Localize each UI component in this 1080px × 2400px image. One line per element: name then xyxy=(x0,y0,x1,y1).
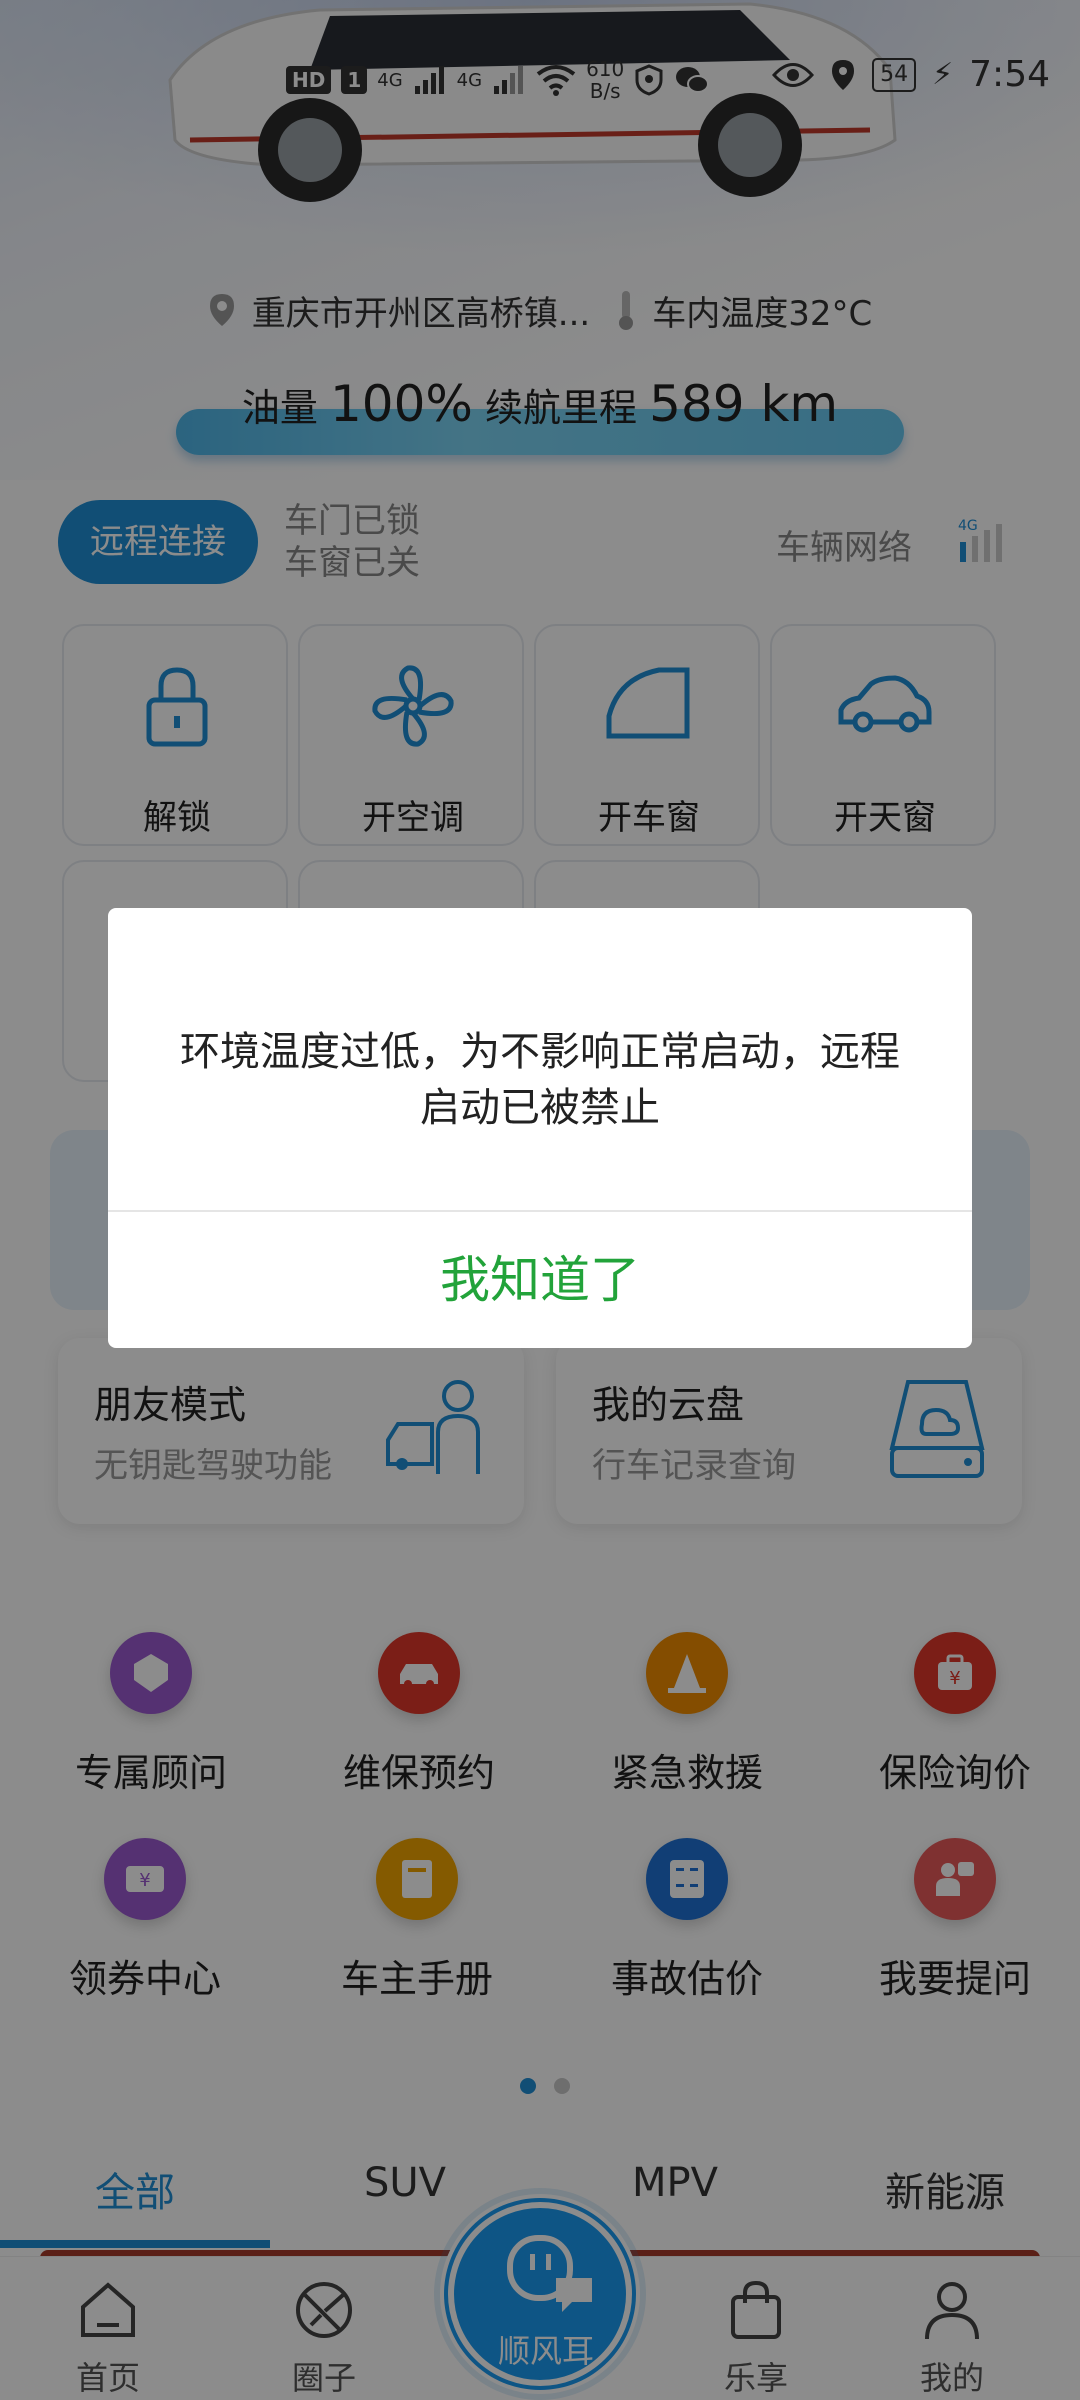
dialog-ok-button[interactable]: 我知道了 xyxy=(108,1212,972,1348)
dialog-message: 环境温度过低，为不影响正常启动，远程启动已被禁止 xyxy=(180,1029,900,1131)
alert-dialog: 环境温度过低，为不影响正常启动，远程启动已被禁止 我知道了 xyxy=(108,908,972,1348)
app-screen: HD 1 4G 4G 610 B/s 54 ⚡ 7:54 重庆市开州区高桥镇..… xyxy=(0,0,1080,2400)
